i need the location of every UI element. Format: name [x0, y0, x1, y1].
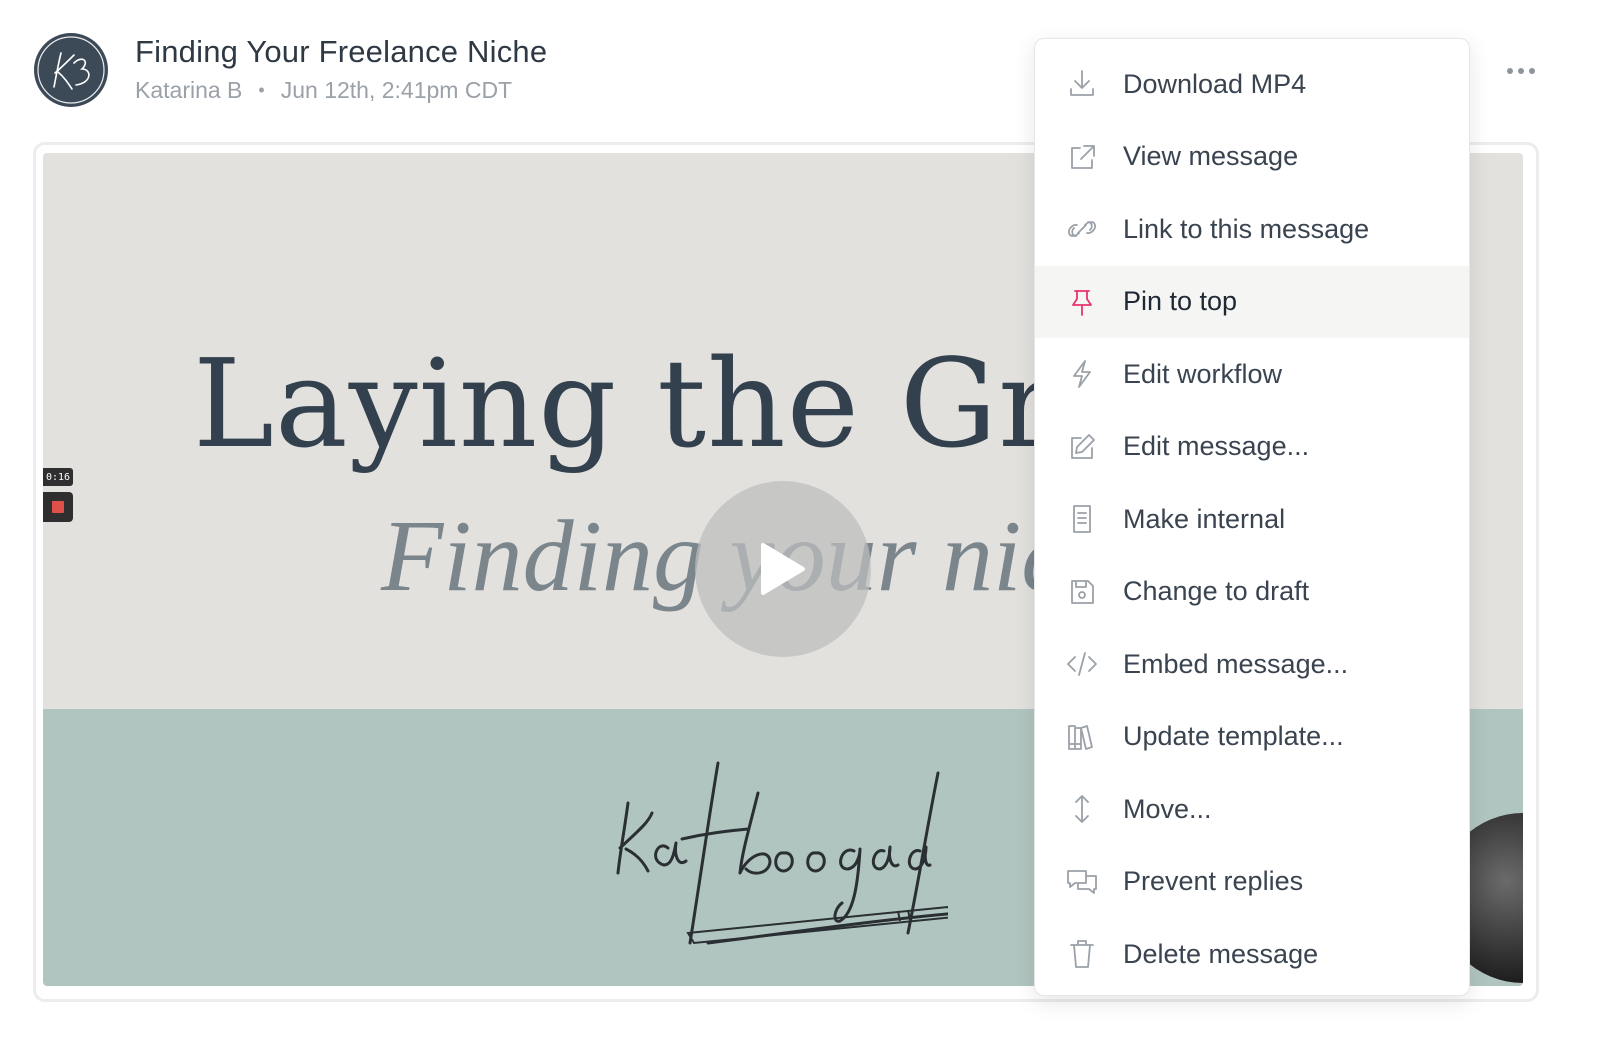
menu-item-delete-message[interactable]: Delete message: [1035, 918, 1469, 991]
message-options-menu: Download MP4 View message Link to this mes…: [1034, 38, 1470, 996]
play-icon: [761, 543, 805, 595]
menu-item-label: Delete message: [1123, 938, 1319, 969]
menu-item-make-internal[interactable]: Make internal: [1035, 483, 1469, 556]
message-title: Finding Your Freelance Niche: [135, 34, 548, 69]
message-meta: Katarina B • Jun 12th, 2:41pm CDT: [135, 77, 512, 104]
link-icon: [1065, 212, 1099, 246]
stop-recording-button[interactable]: [43, 492, 73, 522]
menu-item-label: Pin to top: [1123, 286, 1238, 317]
stop-icon: [52, 501, 64, 513]
menu-item-view-message[interactable]: View message: [1035, 121, 1469, 194]
code-icon: [1065, 647, 1099, 681]
menu-item-label: Prevent replies: [1123, 866, 1304, 897]
menu-item-label: Download MP4: [1123, 68, 1307, 99]
library-icon: [1065, 720, 1099, 754]
move-vertical-icon: [1065, 792, 1099, 826]
menu-item-label: Edit message...: [1123, 431, 1310, 462]
menu-item-change-to-draft[interactable]: Change to draft: [1035, 556, 1469, 629]
kb-monogram-icon: [37, 36, 105, 104]
menu-item-label: Make internal: [1123, 503, 1286, 534]
meta-separator: •: [258, 80, 265, 100]
menu-item-label: Move...: [1123, 793, 1212, 824]
pin-icon: [1065, 285, 1099, 319]
recording-timer: 0:16: [43, 468, 73, 486]
menu-item-download-mp4[interactable]: Download MP4: [1035, 48, 1469, 121]
menu-item-pin-to-top[interactable]: Pin to top: [1035, 265, 1469, 338]
play-button[interactable]: [695, 481, 871, 657]
author-name[interactable]: Katarina B: [135, 77, 242, 104]
menu-item-embed-message[interactable]: Embed message...: [1035, 628, 1469, 701]
menu-item-label: Update template...: [1123, 721, 1344, 752]
external-link-icon: [1065, 140, 1099, 174]
signature-logo: [616, 761, 948, 945]
edit-icon: [1065, 430, 1099, 464]
menu-item-prevent-replies[interactable]: Prevent replies: [1035, 846, 1469, 919]
message-timestamp[interactable]: Jun 12th, 2:41pm CDT: [281, 77, 512, 104]
download-icon: [1065, 67, 1099, 101]
menu-item-edit-workflow[interactable]: Edit workflow: [1035, 338, 1469, 411]
trash-icon: [1065, 937, 1099, 971]
more-options-button[interactable]: [1506, 60, 1536, 82]
menu-item-label: View message: [1123, 141, 1299, 172]
menu-item-edit-message[interactable]: Edit message...: [1035, 411, 1469, 484]
menu-item-label: Change to draft: [1123, 576, 1310, 607]
document-icon: [1065, 502, 1099, 536]
menu-item-label: Embed message...: [1123, 648, 1349, 679]
chat-bubbles-icon: [1065, 865, 1099, 899]
lightning-icon: [1065, 357, 1099, 391]
menu-item-label: Edit workflow: [1123, 358, 1283, 389]
menu-item-link-to-this-message[interactable]: Link to this message: [1035, 193, 1469, 266]
menu-item-label: Link to this message: [1123, 213, 1370, 244]
menu-item-move[interactable]: Move...: [1035, 773, 1469, 846]
save-icon: [1065, 575, 1099, 609]
avatar[interactable]: [34, 33, 108, 107]
menu-item-update-template[interactable]: Update template...: [1035, 701, 1469, 774]
more-horizontal-icon: [1507, 68, 1535, 74]
